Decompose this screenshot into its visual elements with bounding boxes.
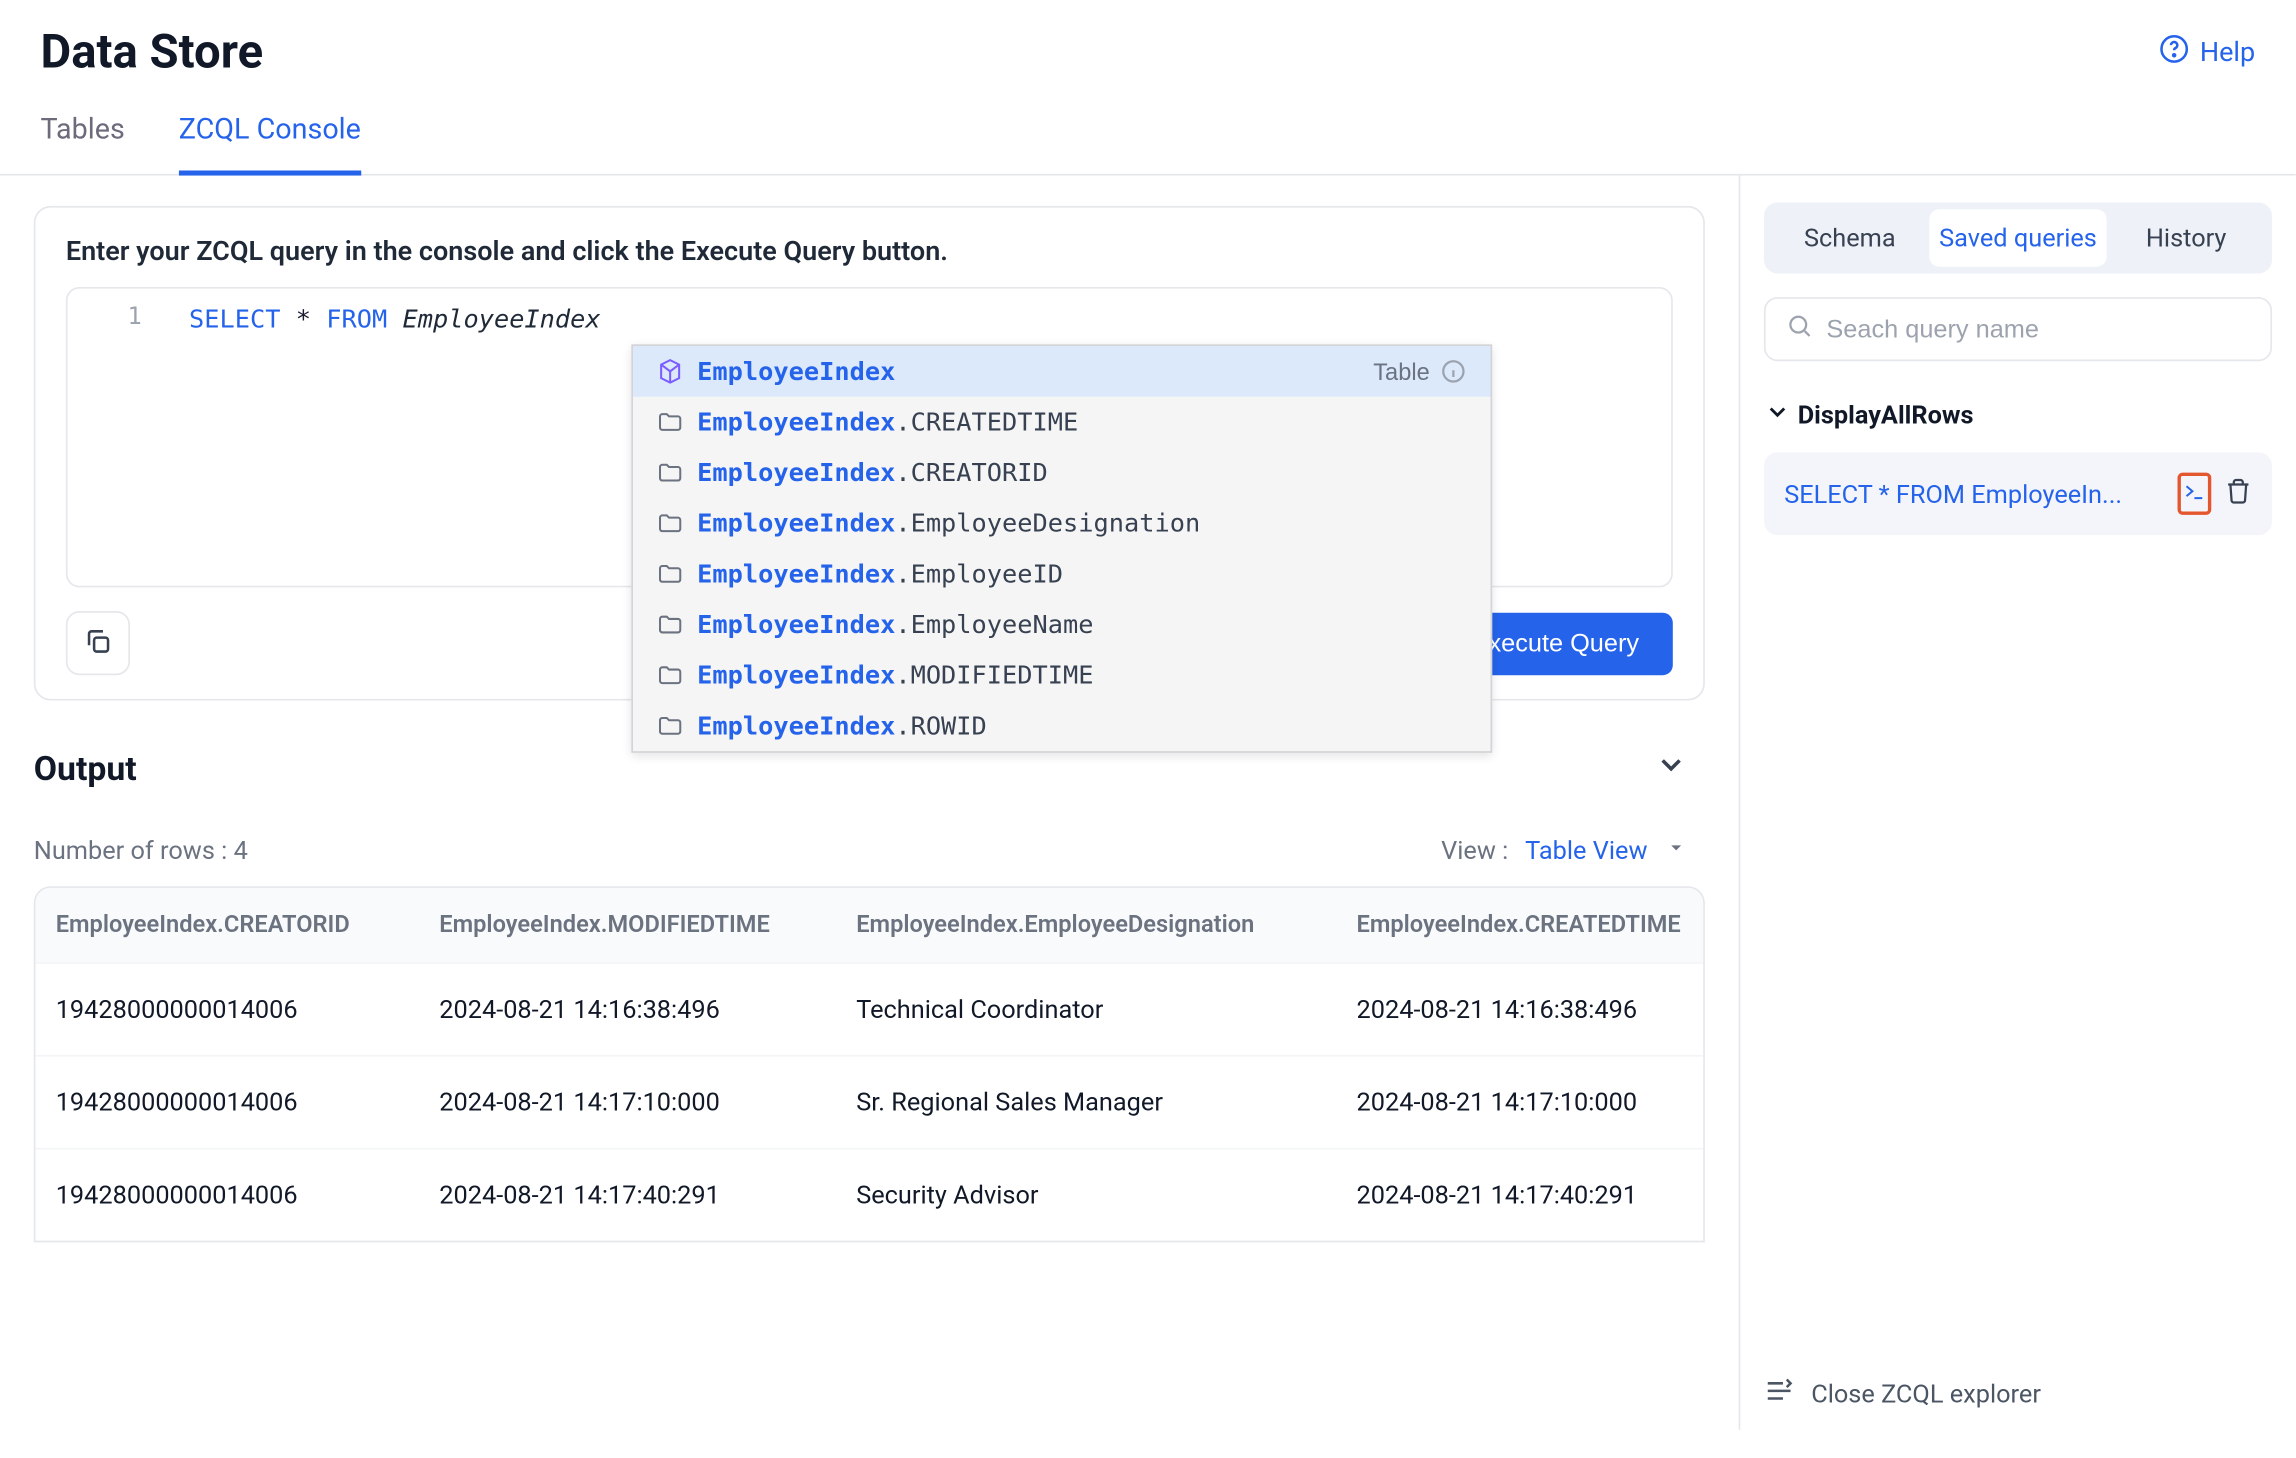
autocomplete-meta: Table (1373, 358, 1467, 385)
output-collapse-toggle[interactable] (1654, 748, 1688, 789)
table-cell: Security Advisor (836, 1149, 1336, 1241)
column-icon (657, 712, 684, 739)
run-saved-query-button[interactable] (2178, 473, 2212, 515)
table-cell: 2024-08-21 14:17:10:000 (419, 1056, 836, 1149)
query-prompt: Enter your ZCQL query in the console and… (35, 208, 1703, 287)
zcql-explorer: Schema Saved queries History DisplayAllR… (1739, 176, 2296, 1430)
column-icon (657, 510, 684, 537)
saved-group-label: DisplayAllRows (1798, 400, 1974, 430)
copy-icon (83, 625, 113, 660)
column-icon (657, 408, 684, 435)
table-cell: 2024-08-21 14:17:10:000 (1336, 1056, 1703, 1149)
table-cell: 2024-08-21 14:17:40:291 (1336, 1149, 1703, 1241)
sidebar-tab-history[interactable]: History (2107, 209, 2265, 266)
page-title: Data Store (41, 24, 264, 80)
chevron-down-icon (1764, 398, 1791, 432)
help-label: Help (2200, 35, 2255, 67)
rows-count-label: Number of rows : 4 (34, 836, 248, 866)
search-input[interactable] (1826, 315, 2250, 344)
chevron-down-icon (1654, 756, 1688, 788)
editor-gutter: 1 (68, 289, 159, 586)
query-card: Enter your ZCQL query in the console and… (34, 206, 1705, 701)
column-icon (657, 662, 684, 689)
sidebar-tab-schema[interactable]: Schema (1771, 209, 1929, 266)
table-cell: 19428000000014006 (35, 1149, 419, 1241)
table-row[interactable]: 194280000000140062024-08-21 14:17:10:000… (35, 1056, 1703, 1149)
saved-query-item[interactable]: SELECT * FROM EmployeeIn... (1764, 452, 2272, 535)
main-tabs: Tables ZCQL Console (0, 79, 2296, 175)
query-editor[interactable]: 1 SELECT * FROM EmployeeIndex EmployeeIn… (66, 287, 1673, 587)
editor-line-1: SELECT * FROM EmployeeIndex (68, 289, 1672, 335)
table-cell: 2024-08-21 14:16:38:496 (1336, 963, 1703, 1056)
autocomplete-text: EmployeeIndex.EmployeeID (697, 559, 1063, 589)
table-cell: 19428000000014006 (35, 963, 419, 1056)
table-cell: 19428000000014006 (35, 1056, 419, 1149)
help-link[interactable]: Help (2159, 33, 2255, 70)
autocomplete-item[interactable]: EmployeeIndex.EmployeeDesignation (633, 498, 1491, 549)
autocomplete-text: EmployeeIndex.MODIFIEDTIME (697, 660, 1093, 690)
column-header[interactable]: EmployeeIndex.CREATORID (35, 888, 419, 963)
autocomplete-text: EmployeeIndex.CREATEDTIME (697, 407, 1078, 437)
table-cell: 2024-08-21 14:17:40:291 (419, 1149, 836, 1241)
collapse-panel-icon (1764, 1376, 1794, 1413)
caret-down-icon (1664, 836, 1688, 866)
column-header[interactable]: EmployeeIndex.EmployeeDesignation (836, 888, 1336, 963)
trash-icon (2225, 479, 2252, 511)
column-icon (657, 611, 684, 638)
column-header[interactable]: EmployeeIndex.MODIFIEDTIME (419, 888, 836, 963)
saved-query-text: SELECT * FROM EmployeeIn... (1784, 479, 2164, 509)
table-icon (657, 358, 684, 385)
autocomplete-popup: EmployeeIndex Table EmployeeIndex.CREATEDT… (631, 344, 1492, 752)
autocomplete-item[interactable]: EmployeeIndex.EmployeeID (633, 549, 1491, 600)
sidebar-tab-saved-queries[interactable]: Saved queries (1929, 209, 2107, 266)
table-row[interactable]: 194280000000140062024-08-21 14:16:38:496… (35, 963, 1703, 1056)
autocomplete-item[interactable]: EmployeeIndex.EmployeeName (633, 599, 1491, 650)
saved-query-group[interactable]: DisplayAllRows (1764, 398, 2272, 432)
search-box[interactable] (1764, 297, 2272, 361)
info-icon (1440, 358, 1467, 385)
close-explorer-label: Close ZCQL explorer (1811, 1379, 2041, 1409)
column-icon (657, 459, 684, 486)
sidebar-tabs: Schema Saved queries History (1764, 203, 2272, 274)
table-row[interactable]: 194280000000140062024-08-21 14:17:40:291… (35, 1149, 1703, 1241)
copy-button[interactable] (66, 611, 130, 675)
table-cell: Technical Coordinator (836, 963, 1336, 1056)
output-title: Output (34, 748, 137, 789)
autocomplete-item[interactable]: EmployeeIndex.ROWID (633, 701, 1491, 752)
autocomplete-text: EmployeeIndex.ROWID (697, 711, 987, 741)
autocomplete-text: EmployeeIndex (697, 356, 895, 386)
search-icon (1786, 312, 1813, 346)
table-cell: 2024-08-21 14:16:38:496 (419, 963, 836, 1056)
terminal-icon (2183, 478, 2207, 510)
results-table: EmployeeIndex.CREATORIDEmployeeIndex.MOD… (35, 888, 1703, 1241)
results-table-wrap: EmployeeIndex.CREATORIDEmployeeIndex.MOD… (34, 886, 1705, 1242)
autocomplete-item[interactable]: EmployeeIndex.CREATORID (633, 447, 1491, 498)
close-explorer-button[interactable]: Close ZCQL explorer (1764, 1376, 2041, 1413)
tab-zcql-console[interactable]: ZCQL Console (179, 113, 361, 175)
view-toggle[interactable]: View : Table View (1441, 836, 1688, 866)
autocomplete-item[interactable]: EmployeeIndex.MODIFIEDTIME (633, 650, 1491, 701)
table-cell: Sr. Regional Sales Manager (836, 1056, 1336, 1149)
tab-tables[interactable]: Tables (41, 113, 125, 174)
view-value: Table View (1525, 836, 1647, 866)
autocomplete-text: EmployeeIndex.CREATORID (697, 457, 1048, 487)
delete-saved-query-button[interactable] (2225, 477, 2252, 511)
autocomplete-text: EmployeeIndex.EmployeeName (697, 609, 1093, 639)
view-label: View : (1441, 836, 1508, 866)
column-header[interactable]: EmployeeIndex.CREATEDTIME (1336, 888, 1703, 963)
autocomplete-item[interactable]: EmployeeIndex.CREATEDTIME (633, 397, 1491, 448)
help-icon (2159, 33, 2189, 70)
autocomplete-item[interactable]: EmployeeIndex Table (633, 346, 1491, 397)
autocomplete-text: EmployeeIndex.EmployeeDesignation (697, 508, 1200, 538)
column-icon (657, 560, 684, 587)
